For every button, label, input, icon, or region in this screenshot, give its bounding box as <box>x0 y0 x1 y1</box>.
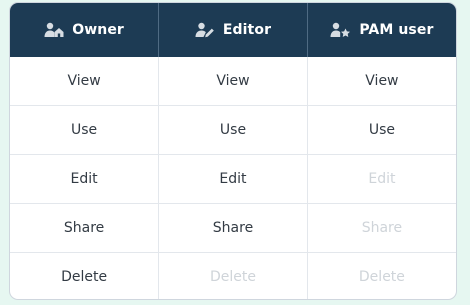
cell-editor-delete: Delete <box>158 252 308 299</box>
column-label: PAM user <box>359 22 434 38</box>
user-home-icon <box>44 22 64 38</box>
cell-owner-use: Use <box>10 105 160 155</box>
cell-owner-edit: Edit <box>10 154 160 204</box>
table-row-delete: Delete Delete Delete <box>10 252 456 299</box>
cell-editor-edit: Edit <box>158 154 308 204</box>
table-row-view: View View View <box>10 57 456 106</box>
column-label: Editor <box>222 22 272 38</box>
table-row-share: Share Share Share <box>10 203 456 253</box>
cell-pam-user-share: Share <box>307 203 456 253</box>
cell-pam-user-edit: Edit <box>307 154 456 204</box>
user-star-icon <box>330 22 351 38</box>
cell-editor-use: Use <box>158 105 308 155</box>
header-row: Owner Editor PAM user <box>10 3 456 57</box>
column-header-pam-user: PAM user <box>307 3 456 57</box>
column-header-owner: Owner <box>10 3 160 57</box>
cell-pam-user-delete: Delete <box>307 252 456 299</box>
column-header-editor: Editor <box>158 3 308 57</box>
column-label: Owner <box>72 22 124 38</box>
cell-owner-delete: Delete <box>10 252 160 299</box>
cell-pam-user-use: Use <box>307 105 456 155</box>
permissions-table-card: Owner Editor PAM user View View View Use… <box>9 2 457 300</box>
cell-pam-user-view: View <box>365 73 399 89</box>
cell-editor-share: Share <box>158 203 308 253</box>
cell-owner-view: View <box>10 57 160 106</box>
cell-editor-view: View <box>158 57 308 106</box>
table-row-use: Use Use Use <box>10 105 456 155</box>
table-row-edit: Edit Edit Edit <box>10 154 456 204</box>
user-edit-icon <box>195 22 215 38</box>
permissions-table: Owner Editor PAM user View View View Use… <box>10 3 456 299</box>
cell-owner-share: Share <box>10 203 160 253</box>
